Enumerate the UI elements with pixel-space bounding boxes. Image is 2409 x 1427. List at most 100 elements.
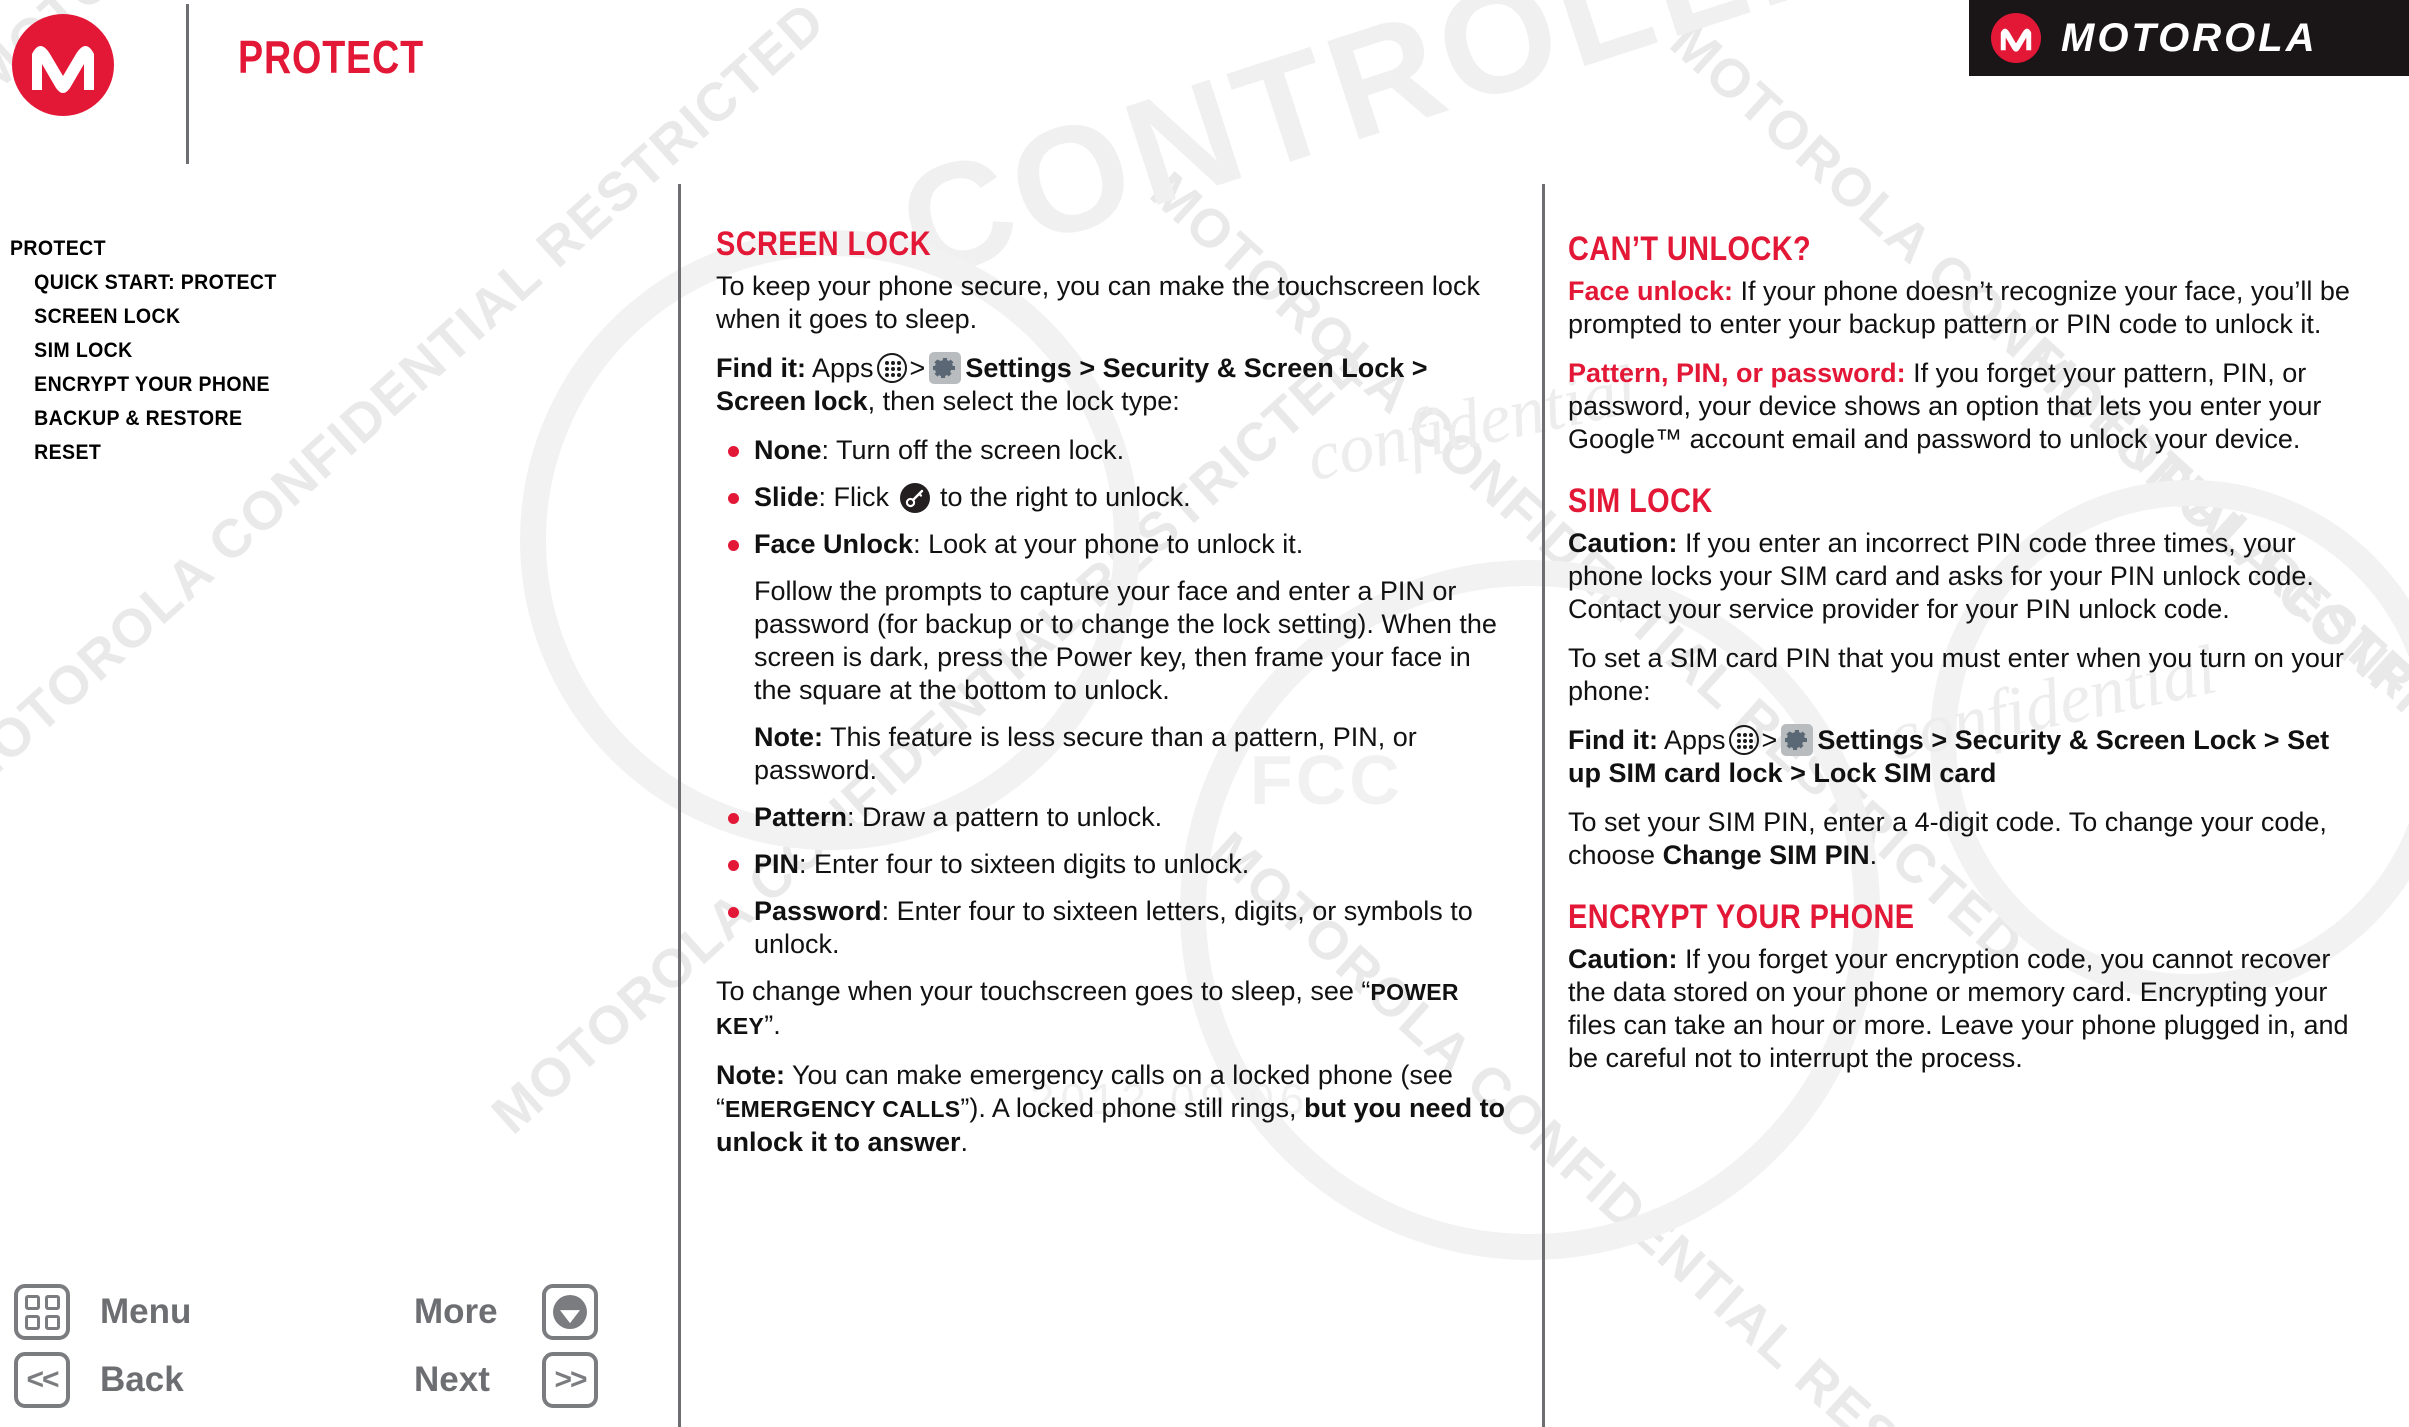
- sim-pin-paragraph: To set your SIM PIN, enter a 4-digit cod…: [1568, 806, 2368, 872]
- sidebar-item-reset[interactable]: RESET: [10, 436, 317, 470]
- find-it-label: Find it:: [716, 353, 806, 383]
- sim-lock-caution: Caution: If you enter an incorrect PIN c…: [1568, 527, 2368, 626]
- section-heading-cant-unlock: CAN’T UNLOCK?: [1568, 230, 1812, 268]
- lock-type-desc: : Enter four to sixteen digits to unlock…: [799, 849, 1250, 879]
- note-text: This feature is less secure than a patte…: [754, 722, 1417, 785]
- caution-text: If you enter an incorrect PIN code three…: [1568, 528, 2314, 624]
- lock-type-term: None: [754, 435, 822, 465]
- double-chevron-right-icon: >>: [554, 1363, 587, 1396]
- page-header: PROTECT MOTOROLA: [0, 0, 2409, 164]
- sleep-setting-paragraph: To change when your touchscreen goes to …: [716, 975, 1506, 1043]
- path-separator: >: [909, 353, 926, 383]
- settings-label: Settings: [1817, 725, 1924, 755]
- path-separator: >: [2263, 725, 2280, 755]
- nav-row-back-next: << Back Next >>: [14, 1350, 634, 1418]
- list-item: None: Turn off the screen lock.: [716, 434, 1506, 467]
- sidebar-item-encrypt-your-phone[interactable]: ENCRYPT YOUR PHONE: [10, 368, 317, 402]
- sidebar-item-screen-lock[interactable]: SCREEN LOCK: [10, 300, 317, 334]
- more-button[interactable]: [542, 1284, 598, 1340]
- find-it-label: Find it:: [1568, 725, 1658, 755]
- settings-gear-icon: [929, 352, 962, 384]
- motorola-brand-banner: MOTOROLA: [1969, 0, 2409, 76]
- note-label: Note:: [754, 722, 823, 752]
- path-separator: >: [1931, 725, 1948, 755]
- sidebar-item-protect[interactable]: PROTECT: [10, 232, 317, 266]
- path-separator: >: [1079, 353, 1096, 383]
- lock-type-desc: : Turn off the screen lock.: [821, 435, 1125, 465]
- lock-type-desc: : Look at your phone to unlock it.: [913, 529, 1304, 559]
- next-button[interactable]: >>: [542, 1352, 598, 1408]
- lock-sim-card-label: Lock SIM card: [1813, 758, 1997, 788]
- sidebar-item-sim-lock[interactable]: SIM LOCK: [10, 334, 317, 368]
- find-it-path-sim-lock: Find it: Apps > Settings > Security & Scre…: [1568, 724, 2368, 790]
- chevron-down-circle-icon: [553, 1295, 587, 1329]
- menu-grid-icon: [24, 1294, 60, 1330]
- slide-key-icon: [899, 483, 930, 513]
- caution-label: Caution:: [1568, 528, 1678, 558]
- user-guide-page: MOTOROLA CONFIDENTIAL RESTRICTED MOTOROL…: [0, 0, 2409, 1427]
- nav-row-menu-more: Menu More: [14, 1282, 634, 1350]
- list-item: PIN: Enter four to sixteen digits to unl…: [716, 848, 1506, 881]
- apps-grid-icon: [876, 353, 907, 383]
- lock-type-desc-post: to the right to unlock.: [932, 482, 1191, 512]
- next-label[interactable]: Next: [414, 1360, 490, 1400]
- emergency-calls-note: Note: You can make emergency calls on a …: [716, 1059, 1506, 1159]
- section-heading-encrypt-your-phone: ENCRYPT YOUR PHONE: [1568, 898, 1915, 936]
- find-it-tail: , then select the lock type:: [867, 386, 1180, 416]
- security-screen-lock-label: Security & Screen Lock: [1954, 725, 2257, 755]
- path-separator: >: [1790, 758, 1806, 788]
- screen-lock-label: Screen lock: [716, 386, 868, 416]
- note-label: Note:: [716, 1060, 785, 1090]
- back-label[interactable]: Back: [100, 1360, 184, 1400]
- path-separator: >: [1761, 725, 1778, 755]
- caution-text: If you forget your encryption code, you …: [1568, 944, 2349, 1073]
- lock-type-term: Password: [754, 896, 882, 926]
- lock-type-desc-pre: : Flick: [818, 482, 897, 512]
- menu-label[interactable]: Menu: [100, 1292, 191, 1332]
- page-navigation: Menu More << Back Next >>: [14, 1282, 634, 1418]
- lock-type-term: Face Unlock: [754, 529, 914, 559]
- sleep-text-post: ”.: [764, 1010, 781, 1040]
- pattern-pin-password-paragraph: Pattern, PIN, or password: If you forget…: [1568, 357, 2368, 456]
- note-text-b: ”). A locked phone still rings,: [960, 1093, 1305, 1123]
- motorola-wordmark: MOTOROLA: [2061, 15, 2318, 60]
- encrypt-caution: Caution: If you forget your encryption c…: [1568, 943, 2368, 1075]
- face-unlock-note-item: Note: This feature is less secure than a…: [716, 721, 1506, 787]
- lock-type-term: PIN: [754, 849, 800, 879]
- table-of-contents: PROTECT QUICK START: PROTECT SCREEN LOCK…: [10, 232, 340, 470]
- section-heading-screen-lock: SCREEN LOCK: [716, 225, 932, 263]
- screen-lock-intro: To keep your phone secure, you can make …: [716, 271, 1480, 334]
- sim-pin-text-b: .: [1869, 840, 1878, 870]
- face-unlock-paragraph: Face unlock: If your phone doesn’t recog…: [1568, 275, 2368, 341]
- settings-gear-icon: [1781, 724, 1814, 756]
- more-label[interactable]: More: [414, 1292, 498, 1332]
- emergency-calls-link[interactable]: EMERGENCY CALLS: [725, 1096, 960, 1122]
- column-divider: [1542, 184, 1545, 1427]
- middle-column: SCREEN LOCK To keep your phone secure, y…: [716, 225, 1506, 1175]
- lock-type-list: None: Turn off the screen lock. Slide: F…: [716, 434, 1506, 961]
- list-item: Pattern: Draw a pattern to unlock.: [716, 801, 1506, 834]
- change-sim-pin-label: Change SIM PIN: [1662, 840, 1870, 870]
- sidebar-item-quick-start[interactable]: QUICK START: PROTECT: [10, 266, 317, 300]
- settings-label: Settings: [965, 353, 1072, 383]
- path-separator: >: [1411, 353, 1428, 383]
- page-title: PROTECT: [238, 31, 424, 83]
- lock-type-desc: : Draw a pattern to unlock.: [847, 802, 1163, 832]
- back-button[interactable]: <<: [14, 1352, 70, 1408]
- apps-grid-icon: [1728, 725, 1759, 755]
- list-item: Password: Enter four to sixteen letters,…: [716, 895, 1506, 961]
- section-heading-sim-lock: SIM LOCK: [1568, 482, 1713, 520]
- list-item: Slide: Flick to the right to unlock.: [716, 481, 1506, 514]
- face-unlock-label: Face unlock:: [1568, 276, 1734, 306]
- sim-pin-intro: To set a SIM card PIN that you must ente…: [1568, 643, 2344, 706]
- lock-type-term: Slide: [754, 482, 819, 512]
- apps-word: Apps: [1663, 725, 1726, 755]
- apps-word: Apps: [811, 353, 874, 383]
- list-item: Face Unlock: Look at your phone to unloc…: [716, 528, 1506, 561]
- sidebar-item-backup-restore[interactable]: BACKUP & RESTORE: [10, 402, 317, 436]
- column-divider: [678, 184, 681, 1427]
- sleep-text-pre: To change when your touchscreen goes to …: [716, 976, 1371, 1006]
- pattern-pin-password-label: Pattern, PIN, or password:: [1568, 358, 1906, 388]
- menu-button[interactable]: [14, 1284, 70, 1340]
- caution-label: Caution:: [1568, 944, 1678, 974]
